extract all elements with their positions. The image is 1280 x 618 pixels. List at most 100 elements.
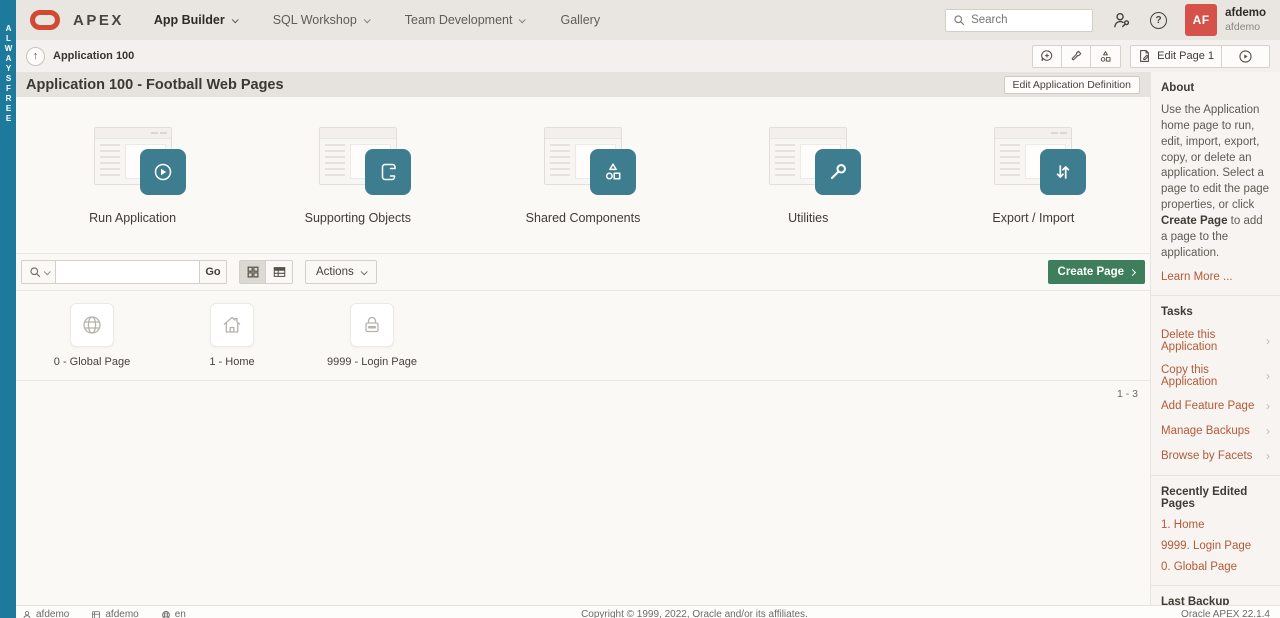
breadcrumb-bar: ↑ Application 100 xyxy=(16,40,1280,72)
page-toolbar: Edit Page 1 xyxy=(1032,45,1270,68)
footer-schema: afdemo xyxy=(91,609,138,618)
grid-view-icon xyxy=(246,265,260,279)
app-nav-cards: Run Application Supporting Objects xyxy=(16,97,1150,253)
spotlight-search-button[interactable] xyxy=(1062,45,1091,68)
import-export-icon xyxy=(1040,149,1086,195)
about-section: About Use the Application home page to r… xyxy=(1151,72,1280,296)
home-icon xyxy=(220,313,244,337)
chevron-right-icon: › xyxy=(1266,334,1270,348)
nav-card-label: Run Application xyxy=(89,211,176,225)
recent-page-login[interactable]: 9999. Login Page xyxy=(1161,540,1270,552)
about-text: Use the Application home page to run, ed… xyxy=(1161,103,1270,262)
card-run-application[interactable]: Run Application xyxy=(20,97,245,253)
chevron-right-icon xyxy=(1129,268,1136,275)
nav-card-label: Supporting Objects xyxy=(305,211,411,225)
card-export-import[interactable]: Export / Import xyxy=(921,97,1146,253)
utility-button-group xyxy=(1032,45,1121,68)
user-name: afdemo xyxy=(1225,6,1266,20)
icon-view-button[interactable] xyxy=(239,260,266,284)
report-toolbar: Go Actions Crea xyxy=(16,253,1150,291)
main-column: APEX App Builder SQL Workshop Team Devel… xyxy=(16,0,1280,618)
search-scope-button[interactable] xyxy=(21,260,56,284)
task-delete-application[interactable]: Delete this Application› xyxy=(1161,329,1270,353)
page-search-input[interactable] xyxy=(56,260,200,284)
oracle-logo-icon xyxy=(30,10,60,30)
apex-logo[interactable]: APEX xyxy=(30,10,124,30)
edit-page-button[interactable]: Edit Page 1 xyxy=(1130,45,1222,68)
chevron-right-icon: › xyxy=(1266,424,1270,438)
nav-card-label: Utilities xyxy=(788,211,828,225)
table-view-icon xyxy=(272,265,287,279)
edit-run-group: Edit Page 1 xyxy=(1130,45,1270,68)
nav-item-app-builder[interactable]: App Builder xyxy=(154,13,237,27)
apex-version: Oracle APEX 22.1.4 xyxy=(1181,609,1270,618)
card-supporting-objects[interactable]: Supporting Objects xyxy=(245,97,470,253)
globe-icon xyxy=(80,313,104,337)
apex-app-builder-page: ALWAYSFREE APEX App Builder SQL Workshop… xyxy=(0,0,1280,618)
content-row: Application 100 - Football Web Pages Edi… xyxy=(16,72,1280,605)
feedback-button[interactable] xyxy=(1032,45,1062,68)
footer-language: en xyxy=(161,609,186,618)
task-manage-backups[interactable]: Manage Backups› xyxy=(1161,424,1270,438)
wrench-icon xyxy=(815,149,861,195)
footer-user: afdemo xyxy=(22,609,69,618)
admin-button[interactable] xyxy=(1112,11,1131,30)
page-edit-icon xyxy=(1138,49,1151,63)
page-title: Application 100 - Football Web Pages xyxy=(26,77,284,93)
chevron-down-icon xyxy=(231,16,238,23)
apex-logo-text: APEX xyxy=(73,12,124,29)
header-search-box[interactable] xyxy=(945,9,1093,32)
page-card-label: 0 - Global Page xyxy=(54,356,130,368)
page-card-label: 9999 - Login Page xyxy=(327,356,417,368)
actions-button[interactable]: Actions xyxy=(305,260,377,284)
chevron-right-icon: › xyxy=(1266,449,1270,463)
search-icon xyxy=(29,266,41,278)
chevron-down-icon xyxy=(43,268,50,275)
breadcrumb[interactable]: Application 100 xyxy=(53,50,134,62)
lock-icon xyxy=(360,313,384,337)
recently-edited-title: Recently Edited Pages xyxy=(1161,486,1270,510)
last-backup-title: Last Backup xyxy=(1161,596,1270,605)
report-view-button[interactable] xyxy=(266,260,293,284)
empty-area xyxy=(16,406,1150,605)
tasks-title: Tasks xyxy=(1161,306,1270,318)
page-card-login[interactable]: 9999 - Login Page xyxy=(302,303,442,380)
app-header: APEX App Builder SQL Workshop Team Devel… xyxy=(16,0,1280,40)
page-card-home[interactable]: 1 - Home xyxy=(162,303,302,380)
card-shared-components[interactable]: Shared Components xyxy=(470,97,695,253)
nav-item-team-development[interactable]: Team Development xyxy=(405,13,525,27)
go-button[interactable]: Go xyxy=(200,260,227,284)
page-card-global[interactable]: 0 - Global Page xyxy=(22,303,162,380)
edit-page-label: Edit Page 1 xyxy=(1157,50,1214,62)
header-right: ? AF afdemo afdemo xyxy=(945,4,1266,36)
nav-item-sql-workshop[interactable]: SQL Workshop xyxy=(273,13,369,27)
last-backup-section: Last Backup 4 months ago xyxy=(1151,586,1280,605)
footer: afdemo afdemo en Copyright © 1999, 2022,… xyxy=(16,605,1280,618)
chevron-right-icon: › xyxy=(1266,399,1270,413)
edit-application-definition-button[interactable]: Edit Application Definition xyxy=(1004,76,1141,94)
title-bar: Application 100 - Football Web Pages Edi… xyxy=(16,72,1150,97)
task-browse-by-facets[interactable]: Browse by Facets› xyxy=(1161,449,1270,463)
recent-page-home[interactable]: 1. Home xyxy=(1161,519,1270,531)
recent-page-global[interactable]: 0. Global Page xyxy=(1161,561,1270,573)
search-input[interactable] xyxy=(971,14,1085,26)
run-application-button[interactable] xyxy=(1222,45,1270,68)
chevron-right-icon: › xyxy=(1266,369,1270,383)
app-home-button[interactable]: ↑ xyxy=(26,47,45,66)
avatar[interactable]: AF xyxy=(1185,4,1217,36)
shared-objects-button[interactable] xyxy=(1091,45,1121,68)
pages-list: 0 - Global Page 1 - Home 9999 - Login Pa… xyxy=(16,291,1150,380)
nav-item-gallery[interactable]: Gallery xyxy=(560,13,600,27)
learn-more-link[interactable]: Learn More ... xyxy=(1161,271,1270,283)
card-utilities[interactable]: Utilities xyxy=(696,97,921,253)
task-copy-application[interactable]: Copy this Application› xyxy=(1161,364,1270,388)
create-page-button[interactable]: Create Page xyxy=(1048,260,1145,284)
database-icon xyxy=(91,610,101,618)
nav-card-label: Shared Components xyxy=(526,211,641,225)
help-icon: ? xyxy=(1150,12,1167,29)
main-region: Application 100 - Football Web Pages Edi… xyxy=(16,72,1150,605)
task-add-feature-page[interactable]: Add Feature Page› xyxy=(1161,399,1270,413)
pagination-label: 1 - 3 xyxy=(1117,388,1138,400)
play-icon xyxy=(140,149,186,195)
help-button[interactable]: ? xyxy=(1150,12,1167,29)
